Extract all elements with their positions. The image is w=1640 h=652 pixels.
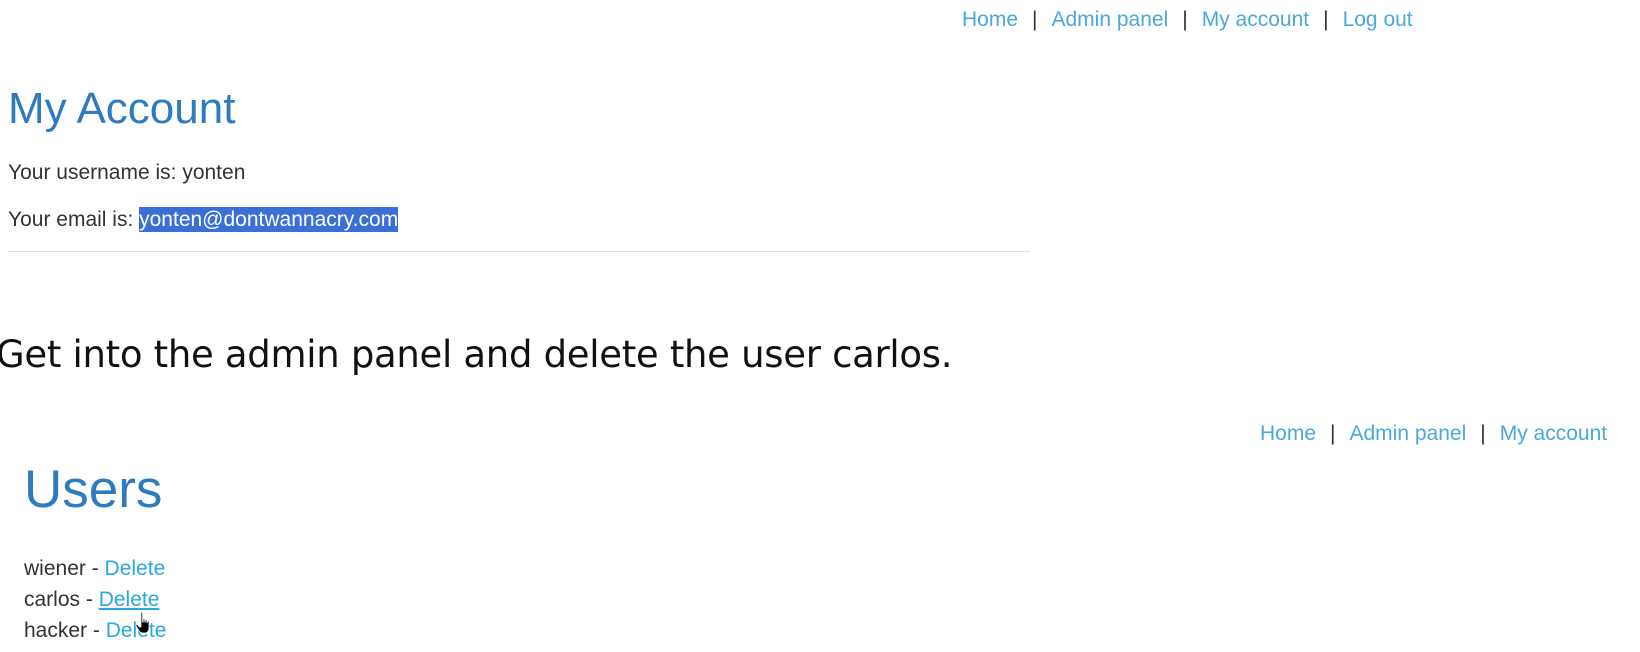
- nav-separator: |: [1032, 8, 1038, 31]
- nav-separator: |: [1330, 422, 1336, 445]
- users-title: Users: [24, 460, 163, 519]
- user-name: wiener: [24, 557, 86, 580]
- nav-home-link[interactable]: Home: [962, 8, 1018, 31]
- user-name: carlos: [24, 588, 81, 611]
- username-label: Your username is:: [8, 161, 183, 184]
- user-dash: -: [87, 619, 106, 642]
- nav-separator: |: [1182, 8, 1188, 31]
- admin-nav: Home | Admin panel | My account: [1260, 422, 1607, 446]
- nav-log-out-link[interactable]: Log out: [1343, 8, 1413, 31]
- top-nav: Home | Admin panel | My account | Log out: [962, 8, 1413, 32]
- user-row-wiener: wiener - Delete: [24, 553, 166, 584]
- email-label: Your email is:: [8, 208, 140, 231]
- page-title: My Account: [8, 84, 236, 133]
- admin-nav-home-link[interactable]: Home: [1260, 422, 1316, 445]
- section-divider: [8, 251, 1030, 252]
- user-name: hacker: [24, 619, 88, 642]
- delete-wiener-link[interactable]: Delete: [105, 557, 166, 580]
- task-instruction: Get into the admin panel and delete the …: [0, 333, 953, 376]
- delete-carlos-link[interactable]: Delete: [99, 588, 160, 611]
- nav-separator: |: [1323, 8, 1329, 31]
- admin-nav-my-account-link[interactable]: My account: [1500, 422, 1607, 445]
- nav-admin-panel-link[interactable]: Admin panel: [1052, 8, 1169, 31]
- nav-my-account-link[interactable]: My account: [1202, 8, 1309, 31]
- user-dash: -: [80, 588, 99, 611]
- email-line: Your email is: yonten@dontwannacry.com: [8, 207, 399, 232]
- username-line: Your username is: yonten: [8, 161, 245, 185]
- user-dash: -: [85, 557, 105, 580]
- username-value: yonten: [182, 161, 246, 184]
- email-value-selected[interactable]: yonten@dontwannacry.com: [139, 207, 399, 232]
- admin-nav-admin-panel-link[interactable]: Admin panel: [1350, 422, 1467, 445]
- hand-cursor-icon: [135, 611, 150, 634]
- nav-separator: |: [1480, 422, 1486, 445]
